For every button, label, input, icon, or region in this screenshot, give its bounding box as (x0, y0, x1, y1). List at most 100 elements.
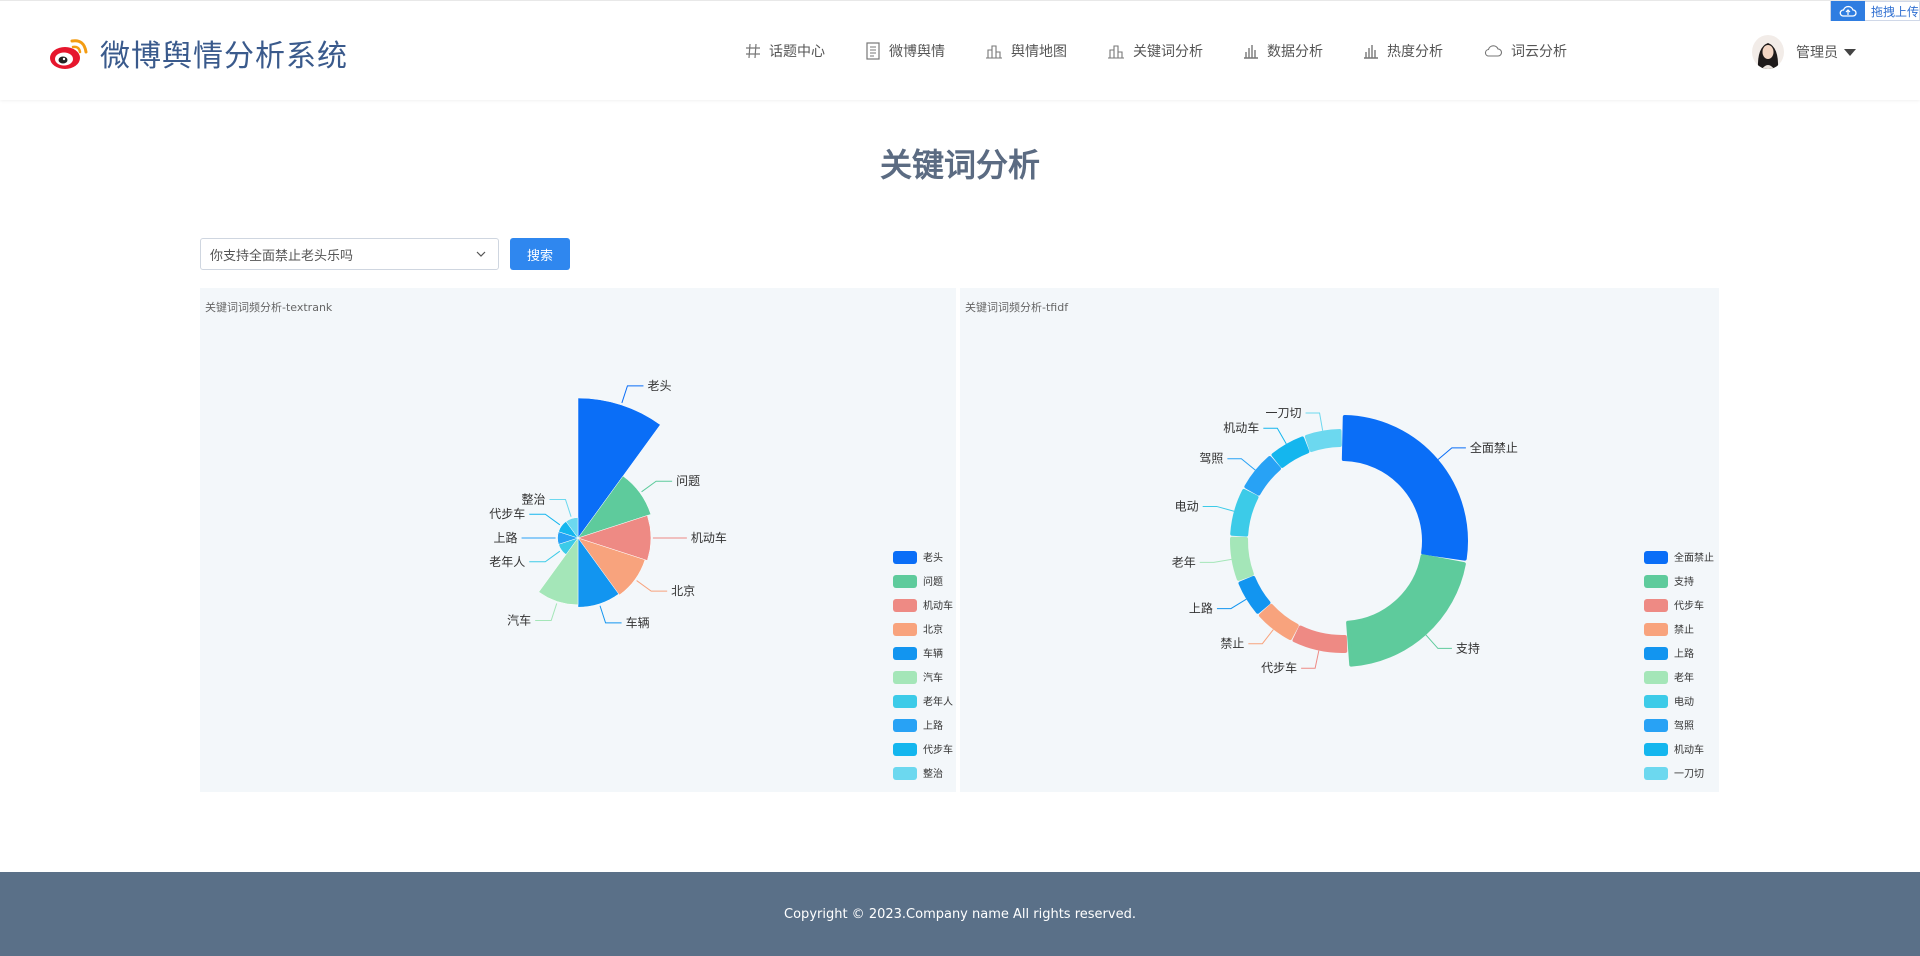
page-title: 关键词分析 (879, 146, 1040, 184)
legend-label[interactable]: 汽车 (923, 671, 943, 684)
slice-label: 一刀切 (1266, 406, 1302, 420)
legend-label[interactable]: 代步车 (923, 743, 953, 756)
label-line (636, 580, 668, 592)
legend-swatch[interactable] (1644, 599, 1668, 612)
nav-item-wordcloud-analysis[interactable]: 词云分析 (1483, 39, 1567, 63)
nav-item-topic-center[interactable]: 话题中心 (745, 39, 825, 63)
legend-swatch[interactable] (1644, 551, 1668, 564)
chart-tfidf: 全面禁止支持代步车禁止上路老年电动驾照机动车一刀切全面禁止支持代步车禁止上路老年… (1172, 406, 1714, 780)
label-line (599, 605, 622, 624)
nav-item-label: 关键词分析 (1133, 44, 1203, 60)
chart-panel-textrank: 关键词词频分析-textrank 老头 问题 机动车 北京 车辆 汽车 老年人 上路 代步车 整治… (200, 288, 956, 792)
legend-swatch[interactable] (893, 551, 917, 564)
label-line (1227, 458, 1256, 471)
legend-label[interactable]: 车辆 (923, 647, 943, 660)
slice-label: 禁止 (1220, 637, 1244, 651)
legend-swatch[interactable] (893, 719, 917, 732)
brand-title: 微博舆情分析系统 (100, 39, 348, 74)
legend-label[interactable]: 老年人 (923, 695, 953, 708)
label-line (1202, 505, 1235, 512)
slice-label: 电动 (1175, 499, 1199, 513)
slice-label: 上路 (1189, 601, 1213, 616)
topic-select[interactable]: 你支持全面禁止老头乐吗 (200, 238, 499, 270)
nav-item-label: 热度分析 (1387, 44, 1443, 60)
donut-slice[interactable] (1244, 456, 1281, 496)
legend-swatch[interactable] (893, 575, 917, 588)
legend-label[interactable]: 问题 (923, 575, 943, 588)
label-line (1305, 412, 1324, 431)
main-nav: 话题中心 微博舆情 舆情地图 关键词分析 数据分析 热度分析 词云分析 (745, 39, 1607, 63)
donut-slice[interactable] (1271, 436, 1310, 468)
donut-slice[interactable] (1230, 536, 1254, 581)
bar-chart-icon (1364, 45, 1378, 59)
donut-slice[interactable] (1238, 576, 1271, 614)
legend-swatch[interactable] (893, 695, 917, 708)
nav-item-heat-analysis[interactable]: 热度分析 (1363, 39, 1443, 63)
legend-swatch[interactable] (893, 671, 917, 684)
search-button[interactable]: 搜索 (510, 238, 570, 270)
donut-slice[interactable] (1292, 625, 1348, 653)
nav-item-data-analysis[interactable]: 数据分析 (1243, 39, 1323, 63)
copyright-text: Copyright © 2023.Company name All rights… (784, 906, 1136, 922)
legend-swatch[interactable] (1644, 575, 1668, 588)
legend-swatch[interactable] (1644, 695, 1668, 708)
legend-swatch[interactable] (1644, 671, 1668, 684)
slice-label: 代步车 (1261, 660, 1297, 675)
legend-label[interactable]: 机动车 (1674, 743, 1704, 756)
slice-label: 代步车 (489, 506, 525, 521)
legend-swatch[interactable] (1644, 623, 1668, 636)
legend-label[interactable]: 机动车 (923, 599, 953, 612)
legend-label[interactable]: 一刀切 (1674, 768, 1704, 780)
legend-swatch[interactable] (1644, 743, 1668, 756)
footer: Copyright © 2023.Company name All rights… (0, 872, 1920, 956)
nav-item-opinion-map[interactable]: 舆情地图 (985, 39, 1067, 63)
legend-swatch[interactable] (893, 743, 917, 756)
legend-label[interactable]: 电动 (1674, 695, 1694, 708)
legend-swatch[interactable] (1644, 647, 1668, 660)
donut-slice[interactable] (1258, 603, 1299, 640)
avatar[interactable] (1752, 35, 1784, 69)
legend-label[interactable]: 上路 (923, 719, 943, 732)
legend-label[interactable]: 支持 (1674, 575, 1694, 588)
document-icon (866, 42, 880, 60)
pie-slice[interactable] (538, 537, 579, 606)
legend-label[interactable]: 老年 (1674, 671, 1694, 684)
slice-label: 老年人 (489, 555, 525, 569)
label-line (1263, 427, 1287, 445)
legend-label[interactable]: 整治 (923, 767, 943, 780)
nav-item-label: 词云分析 (1511, 44, 1567, 60)
legend-label[interactable]: 禁止 (1674, 624, 1694, 636)
topic-select-value: 你支持全面禁止老头乐吗 (210, 248, 354, 264)
cloud-icon (1484, 45, 1503, 57)
slice-label: 北京 (671, 584, 695, 598)
brand[interactable]: 微博舆情分析系统 (48, 31, 348, 75)
legend-swatch[interactable] (1644, 719, 1668, 732)
donut-slice[interactable] (1304, 429, 1342, 453)
donut-slice[interactable] (1341, 415, 1468, 561)
legend-swatch[interactable] (893, 623, 917, 636)
nav-item-keyword-analysis[interactable]: 关键词分析 (1107, 39, 1203, 63)
legend-label[interactable]: 北京 (923, 623, 943, 636)
nav-item-label: 舆情地图 (1011, 44, 1067, 60)
legend-label[interactable]: 全面禁止 (1674, 551, 1714, 564)
slice-label: 老头 (647, 379, 671, 393)
label-line (529, 513, 561, 526)
top-navbar: 微博舆情分析系统 话题中心 微博舆情 舆情地图 关键词分析 数据分析 热度分析 (0, 0, 1920, 100)
nav-item-weibo-opinion[interactable]: 微博舆情 (865, 39, 945, 63)
legend-label[interactable]: 代步车 (1674, 599, 1704, 612)
legend-swatch[interactable] (1644, 767, 1668, 780)
donut-slice[interactable] (1230, 488, 1259, 537)
slice-label: 整治 (521, 492, 545, 507)
hash-icon (746, 43, 760, 59)
caret-down-icon[interactable] (1844, 48, 1856, 56)
legend-label[interactable]: 驾照 (1674, 720, 1694, 732)
legend-swatch[interactable] (893, 767, 917, 780)
legend-label[interactable]: 老头 (923, 551, 943, 564)
legend-label[interactable]: 上路 (1674, 647, 1694, 660)
legend-swatch[interactable] (893, 599, 917, 612)
user-menu[interactable]: 管理员 (1752, 35, 1856, 69)
legend-swatch[interactable] (893, 647, 917, 660)
label-line (549, 499, 572, 517)
label-line (1301, 650, 1320, 669)
upload-badge[interactable]: 拖拽上传 (1830, 1, 1920, 21)
